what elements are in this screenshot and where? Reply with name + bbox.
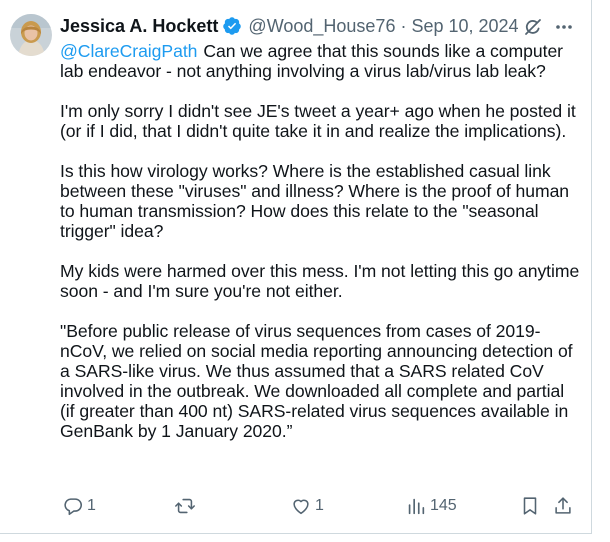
mention-link[interactable]: @ClareCraigPath — [60, 41, 197, 61]
tweet-paragraph: I'm only sorry I didn't see JE's tweet a… — [60, 101, 576, 141]
reply-icon — [62, 495, 84, 517]
verified-badge-icon — [222, 16, 242, 36]
avatar[interactable] — [10, 14, 52, 56]
share-button[interactable] — [552, 494, 574, 518]
reply-count: 1 — [87, 497, 96, 514]
like-count: 1 — [315, 497, 324, 514]
tweet-header: Jessica A. Hockett @Wood_House76 · Sep 1… — [60, 14, 573, 38]
tweet-date[interactable]: Sep 10, 2024 — [411, 16, 518, 37]
tweet-paragraph: "Before public release of virus sequence… — [60, 321, 573, 441]
tweet-text: @ClareCraigPath Can we agree that this so… — [60, 41, 580, 441]
tweet-paragraph: Is this how virology works? Where is the… — [60, 161, 570, 241]
views-icon — [405, 495, 427, 517]
more-icon[interactable] — [554, 17, 574, 42]
author-handle[interactable]: @Wood_House76 — [248, 16, 395, 37]
tweet-paragraph: @ClareCraigPath Can we agree that this so… — [60, 41, 580, 81]
repost-button[interactable] — [174, 494, 199, 518]
bookmark-button[interactable] — [519, 494, 541, 518]
like-button[interactable]: 1 — [290, 494, 324, 518]
author-name[interactable]: Jessica A. Hockett — [60, 16, 218, 37]
repost-icon — [174, 495, 196, 517]
like-icon — [290, 495, 312, 517]
tweet-card[interactable]: Jessica A. Hockett @Wood_House76 · Sep 1… — [0, 0, 592, 534]
views-count: 145 — [430, 497, 457, 514]
grok-icon[interactable] — [523, 17, 543, 42]
tweet-paragraph: My kids were harmed over this mess. I'm … — [60, 261, 580, 301]
views-button[interactable]: 145 — [405, 494, 457, 518]
share-icon — [552, 495, 574, 517]
reply-button[interactable]: 1 — [62, 494, 96, 518]
action-bar: 1 1 145 — [60, 494, 582, 518]
bookmark-icon — [519, 495, 541, 517]
separator-dot: · — [400, 15, 407, 36]
